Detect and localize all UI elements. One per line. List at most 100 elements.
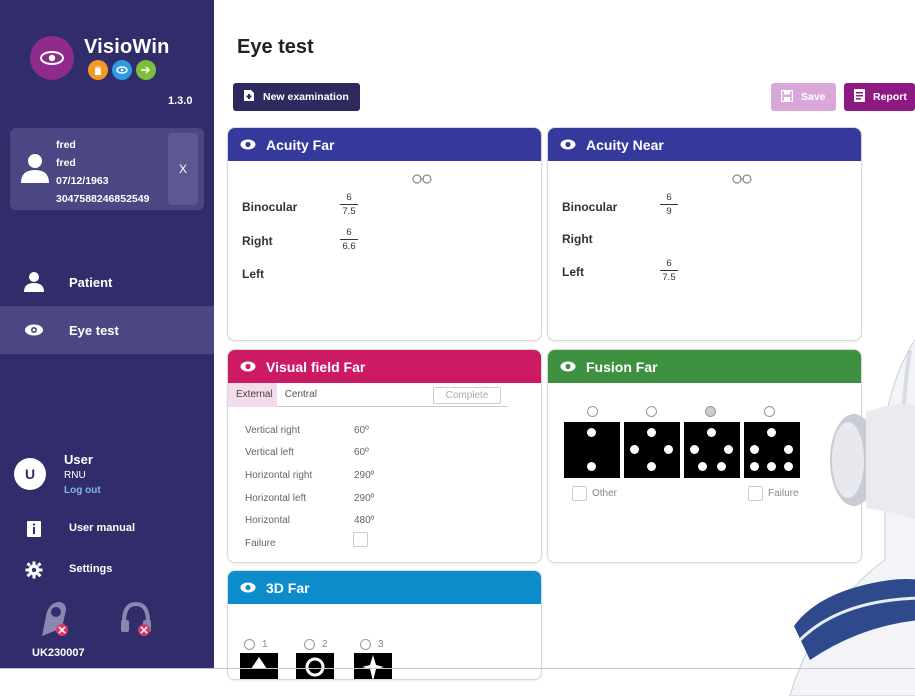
binocular-fraction: 6 7.5 <box>340 192 358 217</box>
fusion-pattern[interactable] <box>564 422 620 478</box>
nav-item-label: Patient <box>69 274 113 290</box>
nav-item-eye-test[interactable]: Eye test <box>0 306 214 354</box>
fusion-option-radio[interactable] <box>646 406 657 417</box>
3d-pattern[interactable] <box>354 653 392 679</box>
failure-checkbox[interactable] <box>353 532 368 547</box>
headphones-disconnected-icon <box>118 598 154 643</box>
user-name: User <box>64 452 93 467</box>
person-icon <box>22 270 46 294</box>
settings-link[interactable]: Settings <box>0 558 214 582</box>
fusion-dot <box>750 462 759 471</box>
eye-icon <box>240 580 256 596</box>
3d-option-radio[interactable] <box>244 639 255 650</box>
glasses-icon <box>411 171 433 189</box>
acuity-near-title: Acuity Near <box>586 136 664 153</box>
report-button[interactable]: Report <box>844 83 915 111</box>
nav-item-label: Eye test <box>69 322 119 338</box>
user-manual-link[interactable]: User manual <box>0 517 214 541</box>
left-label: Left <box>562 265 584 279</box>
3d-pattern[interactable] <box>240 653 278 679</box>
failure-checkbox[interactable] <box>748 486 763 501</box>
patient-card[interactable]: fred fred 07/12/1963 3047588246852549 X <box>10 128 204 210</box>
acuity-far-header: Acuity Far <box>228 128 541 161</box>
fusion-pattern[interactable] <box>684 422 740 478</box>
app-name: VisioWin <box>84 36 170 58</box>
app-logo-dots <box>88 60 156 80</box>
vf-row-label: Horizontal left <box>245 493 307 504</box>
device-status <box>36 598 154 643</box>
right-fraction: 6 6.6 <box>340 227 358 252</box>
vf-row-label: Vertical right <box>245 425 301 436</box>
3d-far-card[interactable]: 3D Far 1 2 3 <box>227 570 542 680</box>
eye-icon <box>560 137 576 153</box>
vf-row-value: 290º <box>354 493 375 504</box>
device-id: UK230007 <box>32 647 85 659</box>
fusion-dot <box>717 462 726 471</box>
vf-row-value: 60º <box>354 447 369 458</box>
fusion-dot <box>767 462 776 471</box>
hand-controller-disconnected-icon <box>36 598 72 643</box>
fraction-numerator: 6 <box>340 227 358 240</box>
patient-info: fred fred 07/12/1963 3047588246852549 <box>56 136 149 208</box>
tab-central[interactable]: Central <box>277 383 321 407</box>
3d-far-header: 3D Far <box>228 571 541 604</box>
close-patient-button[interactable]: X <box>168 133 198 205</box>
fraction-numerator: 6 <box>660 192 678 205</box>
vision-tester-device-image <box>780 330 915 696</box>
right-label: Right <box>242 234 273 248</box>
vf-row-value: 480º <box>354 515 375 526</box>
3d-option-radio[interactable] <box>304 639 315 650</box>
3d-option-label: 1 <box>262 639 268 650</box>
user-org: RNU <box>64 470 86 481</box>
vf-row-label: Horizontal <box>245 515 291 526</box>
fraction-denominator: 7.5 <box>662 272 676 283</box>
patient-id: 3047588246852549 <box>56 193 150 205</box>
other-label: Other <box>592 488 618 499</box>
fusion-far-title: Fusion Far <box>586 358 658 375</box>
save-button[interactable]: Save <box>771 83 836 111</box>
binocular-label: Binocular <box>242 200 298 214</box>
logout-link[interactable]: Log out <box>64 485 101 496</box>
fusion-dot <box>707 428 716 437</box>
fraction-denominator: 7.5 <box>342 206 356 217</box>
3d-pattern[interactable] <box>296 653 334 679</box>
user-manual-label: User manual <box>69 522 136 534</box>
vf-row-label: Vertical left <box>245 447 294 458</box>
fusion-option-radio[interactable] <box>705 406 716 417</box>
left-fraction: 6 7.5 <box>660 258 678 283</box>
nav-item-patient[interactable]: Patient <box>0 258 214 306</box>
visual-field-card[interactable]: Visual field Far External Central Comple… <box>227 349 542 563</box>
patient-firstname: fred <box>56 139 76 151</box>
fusion-option-radio[interactable] <box>587 406 598 417</box>
app-version: 1.3.0 <box>168 95 193 107</box>
acuity-far-title: Acuity Far <box>266 136 335 153</box>
fusion-option-radio[interactable] <box>764 406 775 417</box>
eye-icon <box>240 359 256 375</box>
fusion-dot <box>647 428 656 437</box>
acuity-far-card[interactable]: Acuity Far Binocular 6 7.5 Right 6 6.6 L… <box>227 127 542 341</box>
patient-lastname: fred <box>56 157 76 169</box>
vf-row-value: 290º <box>354 470 375 481</box>
fusion-pattern[interactable] <box>624 422 680 478</box>
info-icon <box>24 519 44 539</box>
other-checkbox[interactable] <box>572 486 587 501</box>
vf-row-value: 60º <box>354 425 369 436</box>
3d-option-label: 3 <box>378 639 384 650</box>
complete-button[interactable]: Complete <box>433 387 501 404</box>
acuity-near-card[interactable]: Acuity Near Binocular 6 9 Right Left 6 7… <box>547 127 862 341</box>
3d-option-radio[interactable] <box>360 639 371 650</box>
tab-external[interactable]: External <box>228 383 277 407</box>
fusion-dot <box>664 445 673 454</box>
glasses-icon <box>731 171 753 189</box>
visual-field-title: Visual field Far <box>266 358 366 375</box>
eye-icon <box>22 318 46 342</box>
gear-icon <box>24 560 44 580</box>
fusion-dot <box>690 445 699 454</box>
save-icon <box>780 89 794 105</box>
patient-dob: 07/12/1963 <box>56 175 109 187</box>
new-examination-button[interactable]: New examination <box>233 83 360 111</box>
fraction-denominator: 9 <box>666 206 672 217</box>
fusion-dot <box>724 445 733 454</box>
vf-row-label: Horizontal right <box>245 470 313 481</box>
page-title: Eye test <box>237 36 314 58</box>
